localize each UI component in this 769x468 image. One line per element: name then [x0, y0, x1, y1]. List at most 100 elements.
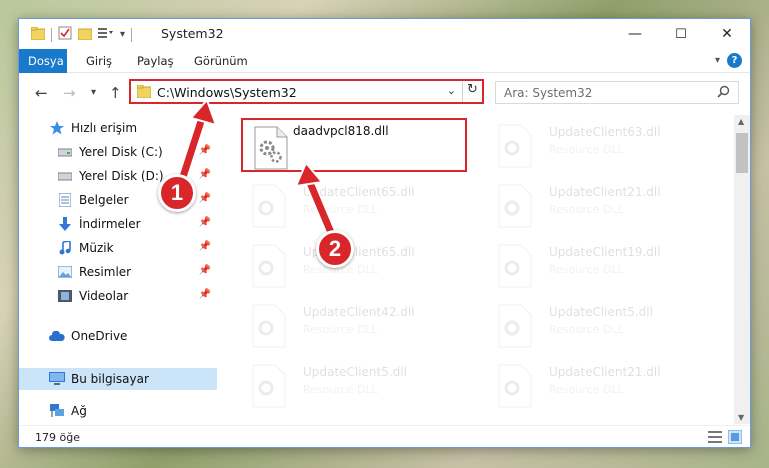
- close-button[interactable]: ✕: [704, 19, 750, 49]
- drive-icon: [57, 144, 73, 160]
- sidebar-item-onedrive[interactable]: OneDrive: [19, 325, 217, 347]
- sidebar-item-label: Bu bilgisayar: [71, 372, 149, 386]
- sidebar-item-label: Müzik: [79, 241, 114, 255]
- search-input[interactable]: [504, 83, 704, 103]
- customize-qa-icon[interactable]: [98, 27, 114, 42]
- sidebar-item-downloads[interactable]: İndirmeler 📌: [19, 213, 217, 235]
- quick-access-toolbar: ▾: [30, 26, 138, 43]
- tab-dosya[interactable]: Dosya: [19, 49, 67, 73]
- large-icons-view-icon[interactable]: [727, 429, 743, 445]
- pin-icon[interactable]: 📌: [199, 289, 211, 300]
- sidebar-item-label: Belgeler: [79, 193, 129, 207]
- file-type: Resource DLL: [549, 323, 624, 336]
- file-name: UpdateClient42.dll: [303, 305, 415, 319]
- file-item[interactable]: UpdateClient5.dll Resource DLL: [241, 358, 471, 412]
- sidebar-item-label: Hızlı erişim: [71, 121, 138, 135]
- pin-icon[interactable]: 📌: [199, 265, 211, 276]
- download-icon: [57, 216, 73, 232]
- help-button[interactable]: ?: [727, 53, 742, 68]
- explorer-window: ▾ System32 — ☐ ✕ Dosya Giriş Paylaş Görü…: [18, 18, 751, 448]
- search-icon[interactable]: [717, 85, 730, 101]
- sidebar-item-pictures[interactable]: Resimler 📌: [19, 261, 217, 283]
- refresh-icon[interactable]: ↻: [462, 82, 482, 102]
- pin-icon[interactable]: 📌: [199, 145, 211, 156]
- chevron-down-icon[interactable]: ⌄: [447, 84, 456, 97]
- details-view-icon[interactable]: [708, 430, 722, 444]
- star-icon: [49, 120, 65, 136]
- file-item[interactable]: UpdateClient21.dll Resource DLL: [487, 358, 717, 412]
- file-name: UpdateClient5.dll: [303, 365, 407, 379]
- sidebar-item-label: OneDrive: [71, 329, 128, 343]
- sidebar-item-this-pc[interactable]: Bu bilgisayar: [19, 368, 217, 390]
- file-name: UpdateClient5.dll: [549, 305, 653, 319]
- file-name: UpdateClient21.dll: [549, 185, 661, 199]
- new-folder-icon[interactable]: [77, 27, 93, 43]
- address-path[interactable]: C:\Windows\System32: [157, 85, 297, 100]
- dropdown-arrow-icon[interactable]: ▾: [120, 29, 125, 40]
- status-bar: 179 öğe: [19, 425, 750, 447]
- dll-file-icon: [497, 304, 533, 348]
- cloud-icon: [49, 328, 65, 344]
- file-item[interactable]: UpdateClient65.dll Resource DLL: [241, 238, 471, 292]
- dll-file-icon: [497, 364, 533, 408]
- pin-icon[interactable]: 📌: [199, 193, 211, 204]
- minimize-button[interactable]: —: [612, 19, 658, 49]
- documents-icon: [57, 192, 73, 208]
- up-arrow-icon[interactable]: ↑: [109, 84, 122, 102]
- sidebar-item-videos[interactable]: Videolar 📌: [19, 285, 217, 307]
- computer-icon: [49, 371, 65, 387]
- recent-locations-icon[interactable]: ▾: [91, 87, 96, 98]
- file-item-daadvpcl818[interactable]: daadvpcl818.dll: [241, 118, 467, 172]
- file-item[interactable]: UpdateClient65.dll Resource DLL: [241, 178, 471, 232]
- tab-paylas[interactable]: Paylaş: [128, 49, 183, 73]
- file-type: Resource DLL: [303, 203, 378, 216]
- address-bar[interactable]: C:\Windows\System32 ⌄: [129, 79, 484, 104]
- videos-icon: [57, 288, 73, 304]
- maximize-button[interactable]: ☐: [658, 19, 704, 49]
- sidebar-item-quick-access[interactable]: Hızlı erişim: [19, 117, 217, 139]
- sidebar-item-disk-c[interactable]: Yerel Disk (C:) 📌: [19, 141, 217, 163]
- annotation-callout-1: 1: [158, 174, 196, 212]
- file-list: daadvpcl818.dll UpdateClient63.dll Resou…: [229, 115, 734, 424]
- dll-file-icon: [251, 304, 287, 348]
- file-item[interactable]: UpdateClient42.dll Resource DLL: [241, 298, 471, 352]
- forward-arrow-icon[interactable]: →: [63, 84, 76, 102]
- sidebar-item-label: İndirmeler: [79, 217, 141, 231]
- folder-icon: [30, 26, 46, 43]
- tab-giris[interactable]: Giriş: [77, 49, 121, 73]
- pin-icon[interactable]: 📌: [199, 217, 211, 228]
- file-type: Resource DLL: [549, 203, 624, 216]
- file-item[interactable]: UpdateClient19.dll Resource DLL: [487, 238, 717, 292]
- file-name: UpdateClient63.dll: [549, 125, 661, 139]
- dll-file-icon: [497, 184, 533, 228]
- title-bar: ▾ System32 — ☐ ✕: [19, 19, 750, 49]
- file-item[interactable]: UpdateClient63.dll Resource DLL: [487, 118, 717, 172]
- divider: [51, 27, 52, 42]
- pin-icon[interactable]: 📌: [199, 169, 211, 180]
- search-box[interactable]: [495, 81, 739, 104]
- dll-file-icon: [251, 364, 287, 408]
- properties-icon[interactable]: [58, 26, 72, 43]
- sidebar-item-network[interactable]: Ağ: [19, 400, 217, 422]
- scroll-thumb[interactable]: [736, 133, 748, 173]
- scroll-up-icon[interactable]: ▲: [738, 117, 744, 126]
- pin-icon[interactable]: 📌: [199, 241, 211, 252]
- dll-file-icon: [497, 244, 533, 288]
- file-type: Resource DLL: [549, 263, 624, 276]
- sidebar-item-label: Resimler: [79, 265, 132, 279]
- vertical-scrollbar[interactable]: ▲ ▼: [734, 115, 750, 424]
- sidebar-item-music[interactable]: Müzik 📌: [19, 237, 217, 259]
- scroll-down-icon[interactable]: ▼: [738, 413, 744, 422]
- back-arrow-icon[interactable]: ←: [35, 84, 48, 102]
- tab-gorunum[interactable]: Görünüm: [185, 49, 257, 73]
- sidebar-item-label: Ağ: [71, 404, 87, 418]
- navigation-bar: ← → ▾ ↑ C:\Windows\System32 ⌄ ↻: [19, 74, 750, 110]
- expand-ribbon-icon[interactable]: ▾: [715, 55, 720, 66]
- file-name: UpdateClient21.dll: [549, 365, 661, 379]
- file-item[interactable]: UpdateClient5.dll Resource DLL: [487, 298, 717, 352]
- file-name: UpdateClient65.dll: [303, 185, 415, 199]
- file-type: Resource DLL: [303, 323, 378, 336]
- music-icon: [57, 240, 73, 256]
- file-item[interactable]: UpdateClient21.dll Resource DLL: [487, 178, 717, 232]
- sidebar-item-label: Yerel Disk (C:): [79, 145, 163, 159]
